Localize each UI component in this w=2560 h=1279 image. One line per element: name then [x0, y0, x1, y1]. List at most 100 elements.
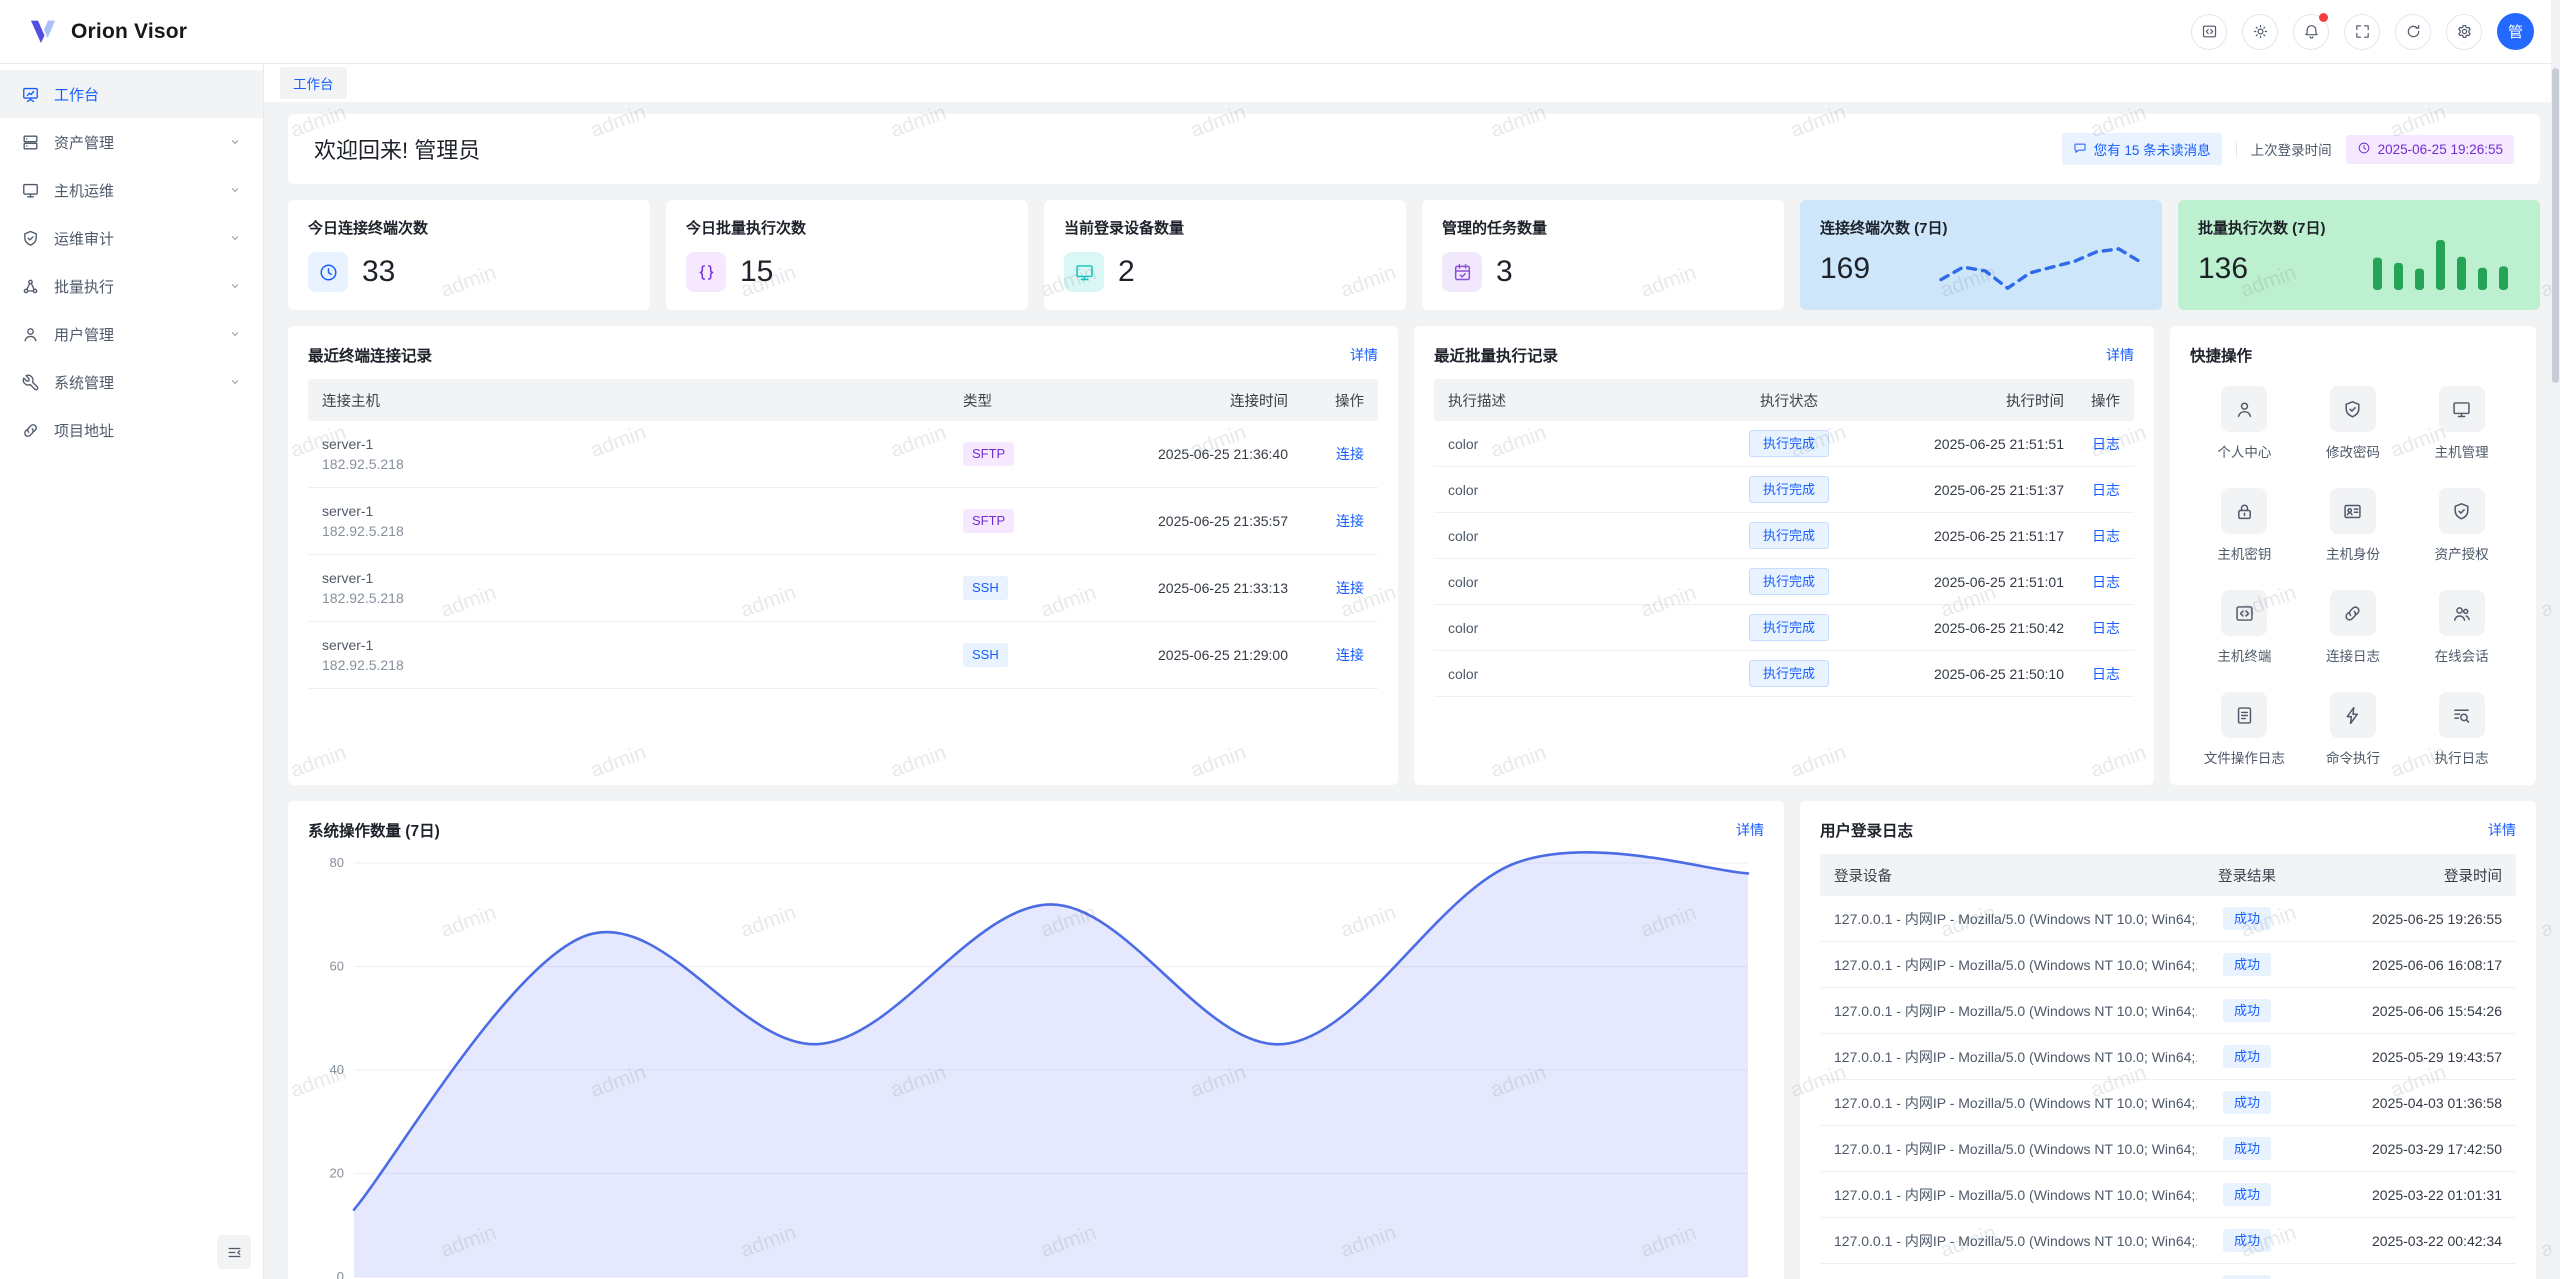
- shield-icon: [21, 229, 40, 248]
- refresh-icon: [2405, 23, 2422, 40]
- stat-icon-badge: [686, 252, 726, 292]
- scrollbar-track[interactable]: [2551, 0, 2560, 1279]
- code-button[interactable]: [2191, 14, 2227, 50]
- notification-dot: [2319, 13, 2328, 22]
- exec-row: color 执行完成 2025-06-25 21:50:10 日志: [1434, 651, 2134, 697]
- quick-action-文件操作日志[interactable]: 文件操作日志: [2190, 692, 2299, 767]
- type-badge: SSH: [963, 643, 1008, 667]
- quick-action-主机终端[interactable]: 主机终端: [2190, 590, 2299, 665]
- braces-icon: [696, 262, 717, 283]
- sun-button[interactable]: [2242, 14, 2278, 50]
- sidebar-item-资产管理[interactable]: 资产管理: [0, 118, 263, 166]
- terminal-panel-title: 最近终端连接记录: [308, 344, 432, 366]
- host-ip: 182.92.5.218: [322, 657, 963, 673]
- stat-value: 33: [362, 255, 395, 289]
- log-link[interactable]: 日志: [2092, 528, 2120, 544]
- log-link[interactable]: 日志: [2092, 666, 2120, 682]
- chevron-down-icon: [228, 279, 242, 293]
- quick-action-主机管理[interactable]: 主机管理: [2407, 386, 2516, 461]
- login-device: 127.0.0.1 - 内网IP - Mozilla/5.0 (Windows …: [1834, 1139, 2197, 1159]
- quick-action-连接日志[interactable]: 连接日志: [2299, 590, 2408, 665]
- login-time: 2025-03-22 00:42:34: [2297, 1233, 2502, 1249]
- login-device: 127.0.0.1 - 内网IP - Mozilla/5.0 (Windows …: [1834, 1047, 2197, 1067]
- login-device: 127.0.0.1 - 内网IP - Mozilla/5.0 (Windows …: [1834, 1093, 2197, 1113]
- chart-panel-title: 系统操作数量 (7日): [308, 819, 440, 841]
- connect-link[interactable]: 连接: [1336, 580, 1364, 596]
- quick-action-修改密码[interactable]: 修改密码: [2299, 386, 2408, 461]
- quick-action-命令执行[interactable]: 命令执行: [2299, 692, 2408, 767]
- sidebar-item-项目地址[interactable]: 项目地址: [0, 406, 263, 454]
- login-time: 2025-05-29 19:43:57: [2297, 1049, 2502, 1065]
- sidebar-item-系统管理[interactable]: 系统管理: [0, 358, 263, 406]
- exec-panel-title: 最近批量执行记录: [1434, 344, 1558, 366]
- status-badge: 执行完成: [1749, 660, 1829, 688]
- host-name: server-1: [322, 570, 963, 586]
- terminal-panel: 最近终端连接记录 详情 连接主机类型连接时间操作 server-1182.92.…: [288, 326, 1398, 785]
- bell-button[interactable]: [2293, 14, 2329, 50]
- refresh-button[interactable]: [2395, 14, 2431, 50]
- quick-action-个人中心[interactable]: 个人中心: [2190, 386, 2299, 461]
- connect-link[interactable]: 连接: [1336, 513, 1364, 529]
- breadcrumb: 工作台: [264, 64, 2560, 102]
- host-ip: 182.92.5.218: [322, 456, 963, 472]
- login-row: 127.0.0.1 - 内网IP - Mozilla/5.0 (Windows …: [1820, 942, 2516, 988]
- exec-row: color 执行完成 2025-06-25 21:51:37 日志: [1434, 467, 2134, 513]
- gear-button[interactable]: [2446, 14, 2482, 50]
- unread-messages-chip[interactable]: 您有 15 条未读消息: [2062, 133, 2222, 165]
- quick-action-label: 主机终端: [2217, 645, 2271, 665]
- log-link[interactable]: 日志: [2092, 620, 2120, 636]
- terminal-table: 连接主机类型连接时间操作 server-1182.92.5.218 SFTP 2…: [308, 379, 1378, 689]
- breadcrumb-item[interactable]: 工作台: [280, 67, 347, 99]
- login-row: 127.0.0.1 - 内网IP - Mozilla/5.0 (Windows …: [1820, 988, 2516, 1034]
- exec-time: 2025-06-25 21:51:37: [1864, 482, 2064, 498]
- quick-action-主机密钥[interactable]: 主机密钥: [2190, 488, 2299, 563]
- quick-action-icon-box: [2439, 692, 2485, 738]
- quick-action-在线会话[interactable]: 在线会话: [2407, 590, 2516, 665]
- login-row: 127.0.0.1 - 内网IP - Mozilla/5.0 (Windows …: [1820, 1218, 2516, 1264]
- sidebar-item-用户管理[interactable]: 用户管理: [0, 310, 263, 358]
- stat-icon-badge: [308, 252, 348, 292]
- stat-card-1: 今日批量执行次数 15: [666, 200, 1028, 310]
- log-link[interactable]: 日志: [2092, 436, 2120, 452]
- chart-detail-link[interactable]: 详情: [1736, 820, 1764, 840]
- terminal-row: server-1182.92.5.218 SSH 2025-06-25 21:2…: [308, 622, 1378, 689]
- svg-text:20: 20: [330, 1166, 344, 1181]
- log-link[interactable]: 日志: [2092, 482, 2120, 498]
- terminal-detail-link[interactable]: 详情: [1350, 345, 1378, 365]
- result-badge: 成功: [2223, 999, 2271, 1023]
- chevron-icon: [228, 183, 242, 197]
- login-time: 2025-06-25 19:26:55: [2297, 911, 2502, 927]
- quick-action-主机身份[interactable]: 主机身份: [2299, 488, 2408, 563]
- exec-desc: color: [1448, 436, 1714, 452]
- user-avatar[interactable]: 管: [2497, 13, 2534, 50]
- exec-desc: color: [1448, 482, 1714, 498]
- link-icon: [21, 421, 40, 440]
- quick-action-icon-box: [2330, 488, 2376, 534]
- clock-icon: [2357, 141, 2371, 155]
- quick-action-资产授权[interactable]: 资产授权: [2407, 488, 2516, 563]
- status-badge: 执行完成: [1749, 476, 1829, 504]
- quick-action-执行日志[interactable]: 执行日志: [2407, 692, 2516, 767]
- exec-detail-link[interactable]: 详情: [2106, 345, 2134, 365]
- chevron-down-icon: [228, 375, 242, 389]
- svg-text:40: 40: [330, 1062, 344, 1077]
- login-table: 登录设备登录结果登录时间 127.0.0.1 - 内网IP - Mozilla/…: [1820, 854, 2516, 1279]
- quick-action-label: 修改密码: [2326, 441, 2380, 461]
- sidebar-item-主机运维[interactable]: 主机运维: [0, 166, 263, 214]
- quick-action-label: 命令执行: [2326, 747, 2380, 767]
- sidebar-item-运维审计[interactable]: 运维审计: [0, 214, 263, 262]
- workbench-icon: [21, 85, 40, 104]
- quick-action-icon-box: [2439, 386, 2485, 432]
- sidebar-collapse-button[interactable]: [217, 1235, 251, 1269]
- fullscreen-button[interactable]: [2344, 14, 2380, 50]
- connect-link[interactable]: 连接: [1336, 446, 1364, 462]
- sidebar-item-工作台[interactable]: 工作台: [0, 70, 263, 118]
- app-title: Orion Visor: [71, 20, 187, 44]
- sidebar-item-批量执行[interactable]: 批量执行: [0, 262, 263, 310]
- stat-label: 今日批量执行次数: [686, 217, 1008, 238]
- sun-icon: [2252, 23, 2269, 40]
- scrollbar-thumb[interactable]: [2552, 68, 2559, 383]
- login-detail-link[interactable]: 详情: [2488, 820, 2516, 840]
- connect-link[interactable]: 连接: [1336, 647, 1364, 663]
- log-link[interactable]: 日志: [2092, 574, 2120, 590]
